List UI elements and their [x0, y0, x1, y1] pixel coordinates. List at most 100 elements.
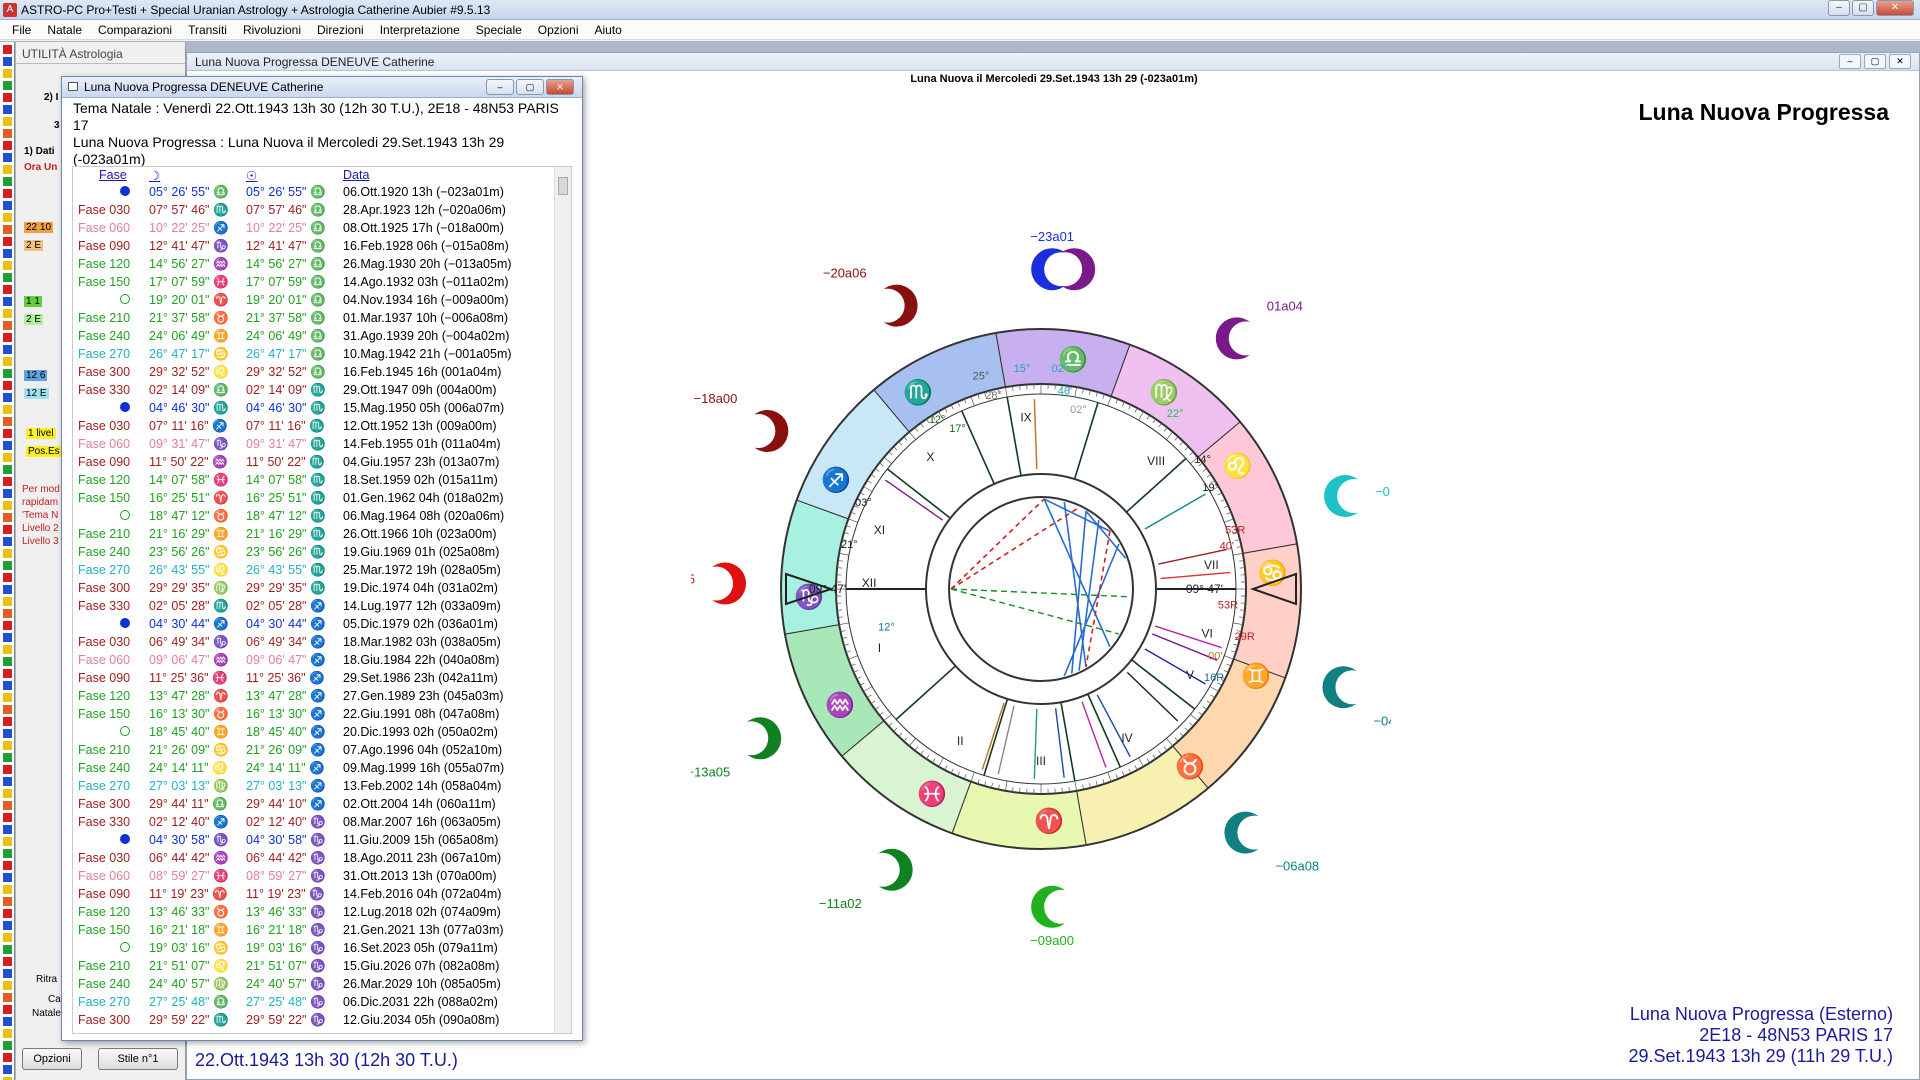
table-row[interactable]: 04° 46' 30" ♏ 04° 46' 30" ♏ 15.Mag.1950 05… — [73, 399, 553, 417]
table-row[interactable]: Fase 060 09° 31' 47" ♑ 09° 31' 47" ♏ 14.Feb… — [73, 435, 553, 453]
menu-interpretazione[interactable]: Interpretazione — [372, 23, 468, 37]
moon-position-cell: 21° 37' 58" ♉ — [149, 310, 229, 325]
panel-fragment[interactable]: Pos.Es — [26, 446, 62, 457]
menu-comparazioni[interactable]: Comparazioni — [90, 23, 180, 37]
table-row[interactable]: 05° 26' 55" ♎ 05° 26' 55" ♎ 06.Ott.1920 13… — [73, 183, 553, 201]
table-row[interactable]: Fase 240 24° 40' 57" ♍ 24° 40' 57" ♑ 26.Mar… — [73, 975, 553, 993]
phase-cell: Fase 270 — [73, 777, 145, 795]
table-row[interactable]: Fase 120 14° 56' 27" ♒ 14° 56' 27" ♎ 26.Mag… — [73, 255, 553, 273]
table-row[interactable]: Fase 240 24° 14' 11" ♌ 24° 14' 11" ♐ 09.Mag… — [73, 759, 553, 777]
panel-fragment[interactable]: 22 10 — [24, 222, 54, 233]
table-scrollbar[interactable] — [554, 167, 571, 1033]
table-row[interactable]: Fase 300 29° 32' 52" ♌ 29° 32' 52" ♎ 16.Feb… — [73, 363, 553, 381]
table-row[interactable]: Fase 060 08° 59' 27" ♓ 08° 59' 27" ♑ 31.Ott… — [73, 867, 553, 885]
phase-label: Fase 060 — [78, 869, 131, 883]
new-moon-icon — [120, 186, 130, 196]
popup-minimize-button[interactable]: – — [486, 79, 514, 95]
table-row[interactable]: Fase 030 07° 11' 16" ♐ 07° 11' 16" ♏ 12.Ott… — [73, 417, 553, 435]
table-row[interactable]: Fase 120 14° 07' 58" ♓ 14° 07' 58" ♏ 18.Set… — [73, 471, 553, 489]
minimize-button[interactable]: – — [1828, 0, 1850, 16]
phase-label: Fase 270 — [78, 563, 131, 577]
menu-direzioni[interactable]: Direzioni — [309, 23, 372, 37]
popup-close-button[interactable]: ✕ — [546, 79, 574, 95]
col-header-fase[interactable]: Fase — [73, 167, 145, 183]
table-row[interactable]: Fase 300 29° 44' 11" ♎ 29° 44' 10" ♐ 02.Ott… — [73, 795, 553, 813]
table-row[interactable]: Fase 270 27° 25' 48" ♎ 27° 25' 48" ♑ 06.Dic… — [73, 993, 553, 1011]
table-row[interactable]: Fase 090 11° 19' 23" ♈ 11° 19' 23" ♑ 14.Feb… — [73, 885, 553, 903]
table-row[interactable]: Fase 090 11° 50' 22" ♒ 11° 50' 22" ♏ 04.Giu… — [73, 453, 553, 471]
menu-file[interactable]: File — [4, 23, 39, 37]
menu-rivoluzioni[interactable]: Rivoluzioni — [235, 23, 309, 37]
table-row[interactable]: 19° 20' 01" ♈ 19° 20' 01" ♎ 04.Nov.1934 16… — [73, 291, 553, 309]
table-row[interactable]: Fase 030 07° 57' 46" ♏ 07° 57' 46" ♎ 28.Apr… — [73, 201, 553, 219]
menu-aiuto[interactable]: Aiuto — [586, 23, 629, 37]
moon-phase-marker: −11a02 — [819, 848, 913, 911]
close-button[interactable]: ✕ — [1876, 0, 1914, 16]
table-row[interactable]: Fase 300 29° 59' 22" ♏ 29° 59' 22" ♑ 12.Giu… — [73, 1011, 553, 1029]
table-row[interactable]: Fase 270 26° 43' 55" ♌ 26° 43' 55" ♏ 25.Mar… — [73, 561, 553, 579]
table-row[interactable]: Fase 330 02° 05' 28" ♏ 02° 05' 28" ♐ 14.Lug… — [73, 597, 553, 615]
table-row[interactable]: Fase 210 21° 37' 58" ♉ 21° 37' 58" ♎ 01.Mar… — [73, 309, 553, 327]
scrollbar-thumb[interactable] — [558, 177, 568, 195]
date-cell: 18.Mar.1982 03h (038a05m) — [343, 635, 501, 649]
table-row[interactable]: 18° 45' 40" ♊ 18° 45' 40" ♐ 20.Dic.1993 02… — [73, 723, 553, 741]
table-row[interactable]: Fase 150 16° 13' 30" ♉ 16° 13' 30" ♐ 22.Giu… — [73, 705, 553, 723]
table-row[interactable]: Fase 300 29° 29' 35" ♍ 29° 29' 35" ♏ 19.Dic… — [73, 579, 553, 597]
table-row[interactable]: Fase 330 02° 14' 09" ♎ 02° 14' 09" ♏ 29.Ott… — [73, 381, 553, 399]
table-row[interactable]: Fase 210 21° 26' 09" ♋ 21° 26' 09" ♐ 07.Ago… — [73, 741, 553, 759]
date-cell: 06.Mag.1964 08h (020a06m) — [343, 509, 505, 523]
table-row[interactable]: Fase 120 13° 47' 28" ♈ 13° 47' 28" ♐ 27.Gen… — [73, 687, 553, 705]
table-row[interactable]: Fase 030 06° 49' 34" ♑ 06° 49' 34" ♐ 18.Mar… — [73, 633, 553, 651]
col-header-data[interactable]: Data — [339, 167, 553, 183]
panel-fragment[interactable]: 1 livel — [26, 428, 56, 439]
table-row[interactable]: Fase 090 12° 41' 47" ♑ 12° 41' 47" ♎ 16.Feb… — [73, 237, 553, 255]
table-row[interactable]: 04° 30' 44" ♐ 04° 30' 44" ♐ 05.Dic.1979 02… — [73, 615, 553, 633]
table-row[interactable]: Fase 060 09° 06' 47" ♒ 09° 06' 47" ♐ 18.Giu… — [73, 651, 553, 669]
app-title: ASTRO-PC Pro+Testi + Special Uranian Ast… — [21, 2, 491, 17]
menu-opzioni[interactable]: Opzioni — [530, 23, 587, 37]
phase-cell: Fase 210 — [73, 309, 145, 327]
table-row[interactable]: Fase 090 11° 25' 36" ♓ 11° 25' 36" ♐ 29.Set… — [73, 669, 553, 687]
col-header-moon[interactable]: ☽ — [145, 167, 242, 183]
table-row[interactable]: Fase 150 17° 07' 59" ♓ 17° 07' 59" ♎ 14.Ago… — [73, 273, 553, 291]
chart-info-line-2: 2E18 - 48N53 PARIS 17 — [1699, 1025, 1893, 1045]
panel-fragment[interactable]: 2 E — [24, 314, 44, 325]
col-header-sun[interactable]: ☉ — [242, 167, 339, 183]
options-button[interactable]: Opzioni — [22, 1048, 82, 1070]
table-row[interactable]: Fase 270 26° 47' 17" ♋ 26° 47' 17" ♎ 10.Mag… — [73, 345, 553, 363]
table-row[interactable]: Fase 240 24° 06' 49" ♊ 24° 06' 49" ♎ 31.Ago… — [73, 327, 553, 345]
table-row[interactable]: Fase 120 13° 46' 33" ♉ 13° 46' 33" ♑ 12.Lug… — [73, 903, 553, 921]
panel-fragment[interactable]: 1 1 — [24, 296, 42, 307]
phase-label: Fase 150 — [78, 275, 131, 289]
style-button[interactable]: Stile n°1 — [98, 1048, 178, 1070]
table-row[interactable]: Fase 150 16° 21' 18" ♊ 16° 21' 18" ♑ 21.Gen… — [73, 921, 553, 939]
table-row[interactable]: 18° 47' 12" ♉ 18° 47' 12" ♏ 06.Mag.1964 08… — [73, 507, 553, 525]
sun-position-cell: 24° 40' 57" ♑ — [246, 976, 326, 991]
table-row[interactable]: Fase 030 06° 44' 42" ♒ 06° 44' 42" ♑ 18.Ago… — [73, 849, 553, 867]
table-row[interactable]: Fase 060 10° 22' 25" ♐ 10° 22' 25" ♎ 08.Ott… — [73, 219, 553, 237]
table-row[interactable]: 19° 03' 16" ♋ 19° 03' 16" ♑ 16.Set.2023 05… — [73, 939, 553, 957]
maximize-button[interactable]: ▢ — [1852, 0, 1874, 16]
panel-fragment[interactable]: 12 E — [24, 388, 49, 399]
sun-position-cell: 16° 21' 18" ♑ — [246, 922, 326, 937]
menu-transiti[interactable]: Transiti — [180, 23, 235, 37]
popup-maximize-button[interactable]: ▢ — [516, 79, 544, 95]
panel-fragment[interactable]: 2 E — [24, 240, 44, 251]
chart-maximize-button[interactable]: ▢ — [1864, 54, 1886, 69]
astro-wheel[interactable]: ♎♍♌♋♊♉♈♓♒♑♐♏ IIIIIIIVVVIVIIVIIIIXXXIXII … — [691, 161, 1391, 1031]
menu-speciale[interactable]: Speciale — [468, 23, 530, 37]
table-row[interactable]: Fase 240 23° 56' 26" ♋ 23° 56' 26" ♏ 19.Giu… — [73, 543, 553, 561]
panel-fragment[interactable]: Ritra — [36, 974, 57, 985]
menu-natale[interactable]: Natale — [39, 23, 90, 37]
chart-close-button[interactable]: ✕ — [1889, 54, 1911, 69]
table-row[interactable]: 04° 30' 58" ♑ 04° 30' 58" ♑ 11.Giu.2009 15… — [73, 831, 553, 849]
table-row[interactable]: Fase 150 16° 25' 51" ♈ 16° 25' 51" ♏ 01.Gen… — [73, 489, 553, 507]
table-row[interactable]: Fase 210 21° 51' 07" ♌ 21° 51' 07" ♑ 15.Giu… — [73, 957, 553, 975]
new-moon-icon — [120, 834, 130, 844]
table-row[interactable]: Fase 330 02° 12' 40" ♐ 02° 12' 40" ♑ 08.Mar… — [73, 813, 553, 831]
chart-minimize-button[interactable]: – — [1839, 54, 1861, 69]
date-cell: 04.Nov.1934 16h (−009a00m) — [343, 293, 509, 307]
table-row[interactable]: Fase 270 27° 03' 13" ♍ 27° 03' 13" ♐ 13.Feb… — [73, 777, 553, 795]
table-row[interactable]: Fase 210 21° 16' 29" ♊ 21° 16' 29" ♏ 26.Ott… — [73, 525, 553, 543]
panel-fragment[interactable]: 12 6 — [24, 370, 48, 381]
